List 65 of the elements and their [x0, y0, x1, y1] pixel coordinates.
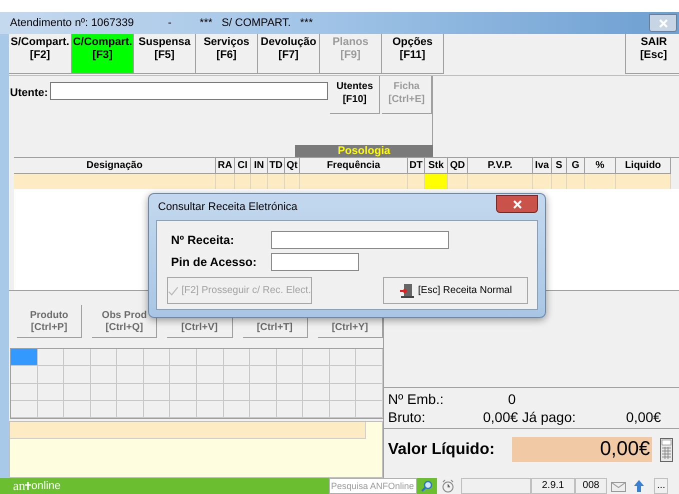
utente-label: Utente: [10, 86, 48, 101]
search-icon [421, 480, 433, 492]
dialog-title: Consultar Receita Eletrónica [157, 200, 298, 215]
logo-text-left: an [13, 479, 26, 493]
dialog-button[interactable]: [Esc] Receita Normal [383, 277, 528, 304]
liquido-value: 0,00€ [512, 437, 652, 462]
title-separator: - [168, 16, 172, 31]
column-header[interactable]: P.V.P. [468, 158, 533, 174]
column-header[interactable]: G [567, 158, 585, 174]
code-text: 008 [575, 478, 607, 494]
logo-text-right: online [31, 479, 61, 493]
column-header[interactable]: CI [235, 158, 251, 174]
column-header[interactable]: Designação [14, 158, 216, 174]
version-text: 2.9.1 [531, 478, 575, 494]
input-field[interactable] [271, 253, 359, 271]
column-header[interactable]: Qt [285, 158, 300, 174]
toolbar-button[interactable]: Suspensa [F5] [134, 34, 196, 74]
column-header[interactable]: Frequência [300, 158, 408, 174]
column-header[interactable]: RA [216, 158, 235, 174]
column-header[interactable]: % [585, 158, 616, 174]
column-header[interactable]: DT [408, 158, 425, 174]
close-icon [512, 200, 522, 208]
column-header[interactable]: S [552, 158, 567, 174]
exit-button[interactable]: SAIR [Esc] [625, 34, 679, 74]
bruto-value: 0,00€ [483, 408, 518, 426]
calculator-icon[interactable] [660, 438, 673, 462]
field-label: Pin de Acesso: [171, 254, 258, 271]
toolbar-button[interactable]: S/Compart. [F2] [9, 34, 72, 74]
more-button[interactable]: ... [654, 478, 668, 494]
search-field[interactable]: Pesquisa ANFOnline [329, 478, 417, 494]
emb-value: 0 [508, 390, 516, 408]
window-mode: *** S/ COMPART. *** [200, 16, 313, 31]
dialog-close-button[interactable] [496, 195, 538, 213]
pago-label: Já pago: [522, 408, 577, 426]
product-button[interactable]: Produto [Ctrl+P] [17, 305, 82, 338]
column-header[interactable]: TD [268, 158, 285, 174]
utente-button[interactable]: Utentes [F10] [330, 76, 380, 114]
column-header[interactable]: Liquido [616, 158, 671, 174]
close-button[interactable] [649, 14, 677, 32]
search-button[interactable] [417, 478, 437, 494]
close-icon [658, 18, 668, 28]
column-header[interactable]: Iva [533, 158, 552, 174]
alarm-clock-icon[interactable] [441, 479, 455, 493]
toolbar-button[interactable]: C/Compart. [F3] [72, 34, 134, 74]
utente-field[interactable] [50, 82, 328, 100]
check-icon [168, 284, 178, 296]
posologia-header: Posologia [295, 145, 433, 157]
upload-icon[interactable] [632, 479, 646, 493]
door-icon [399, 282, 416, 298]
toolbar-button[interactable]: Devolução [F7] [258, 34, 320, 74]
window-title: Atendimento nº: 1067339 [10, 16, 134, 31]
bruto-label: Bruto: [388, 408, 426, 426]
column-header[interactable]: QD [448, 158, 468, 174]
toolbar-button[interactable]: Opções [F11] [382, 34, 444, 74]
status-panel [461, 478, 531, 494]
emb-label: Nº Emb.: [388, 390, 445, 408]
liquido-label: Valor Líquido: [388, 440, 496, 460]
input-field[interactable] [271, 231, 449, 249]
toolbar-button[interactable]: Serviços [F6] [196, 34, 258, 74]
column-header[interactable]: Stk [425, 158, 448, 174]
column-header[interactable]: IN [251, 158, 268, 174]
cross-icon [25, 482, 32, 490]
mail-icon[interactable] [611, 480, 629, 492]
field-label: Nº Receita: [171, 232, 236, 249]
pago-value: 0,00€ [626, 408, 662, 426]
